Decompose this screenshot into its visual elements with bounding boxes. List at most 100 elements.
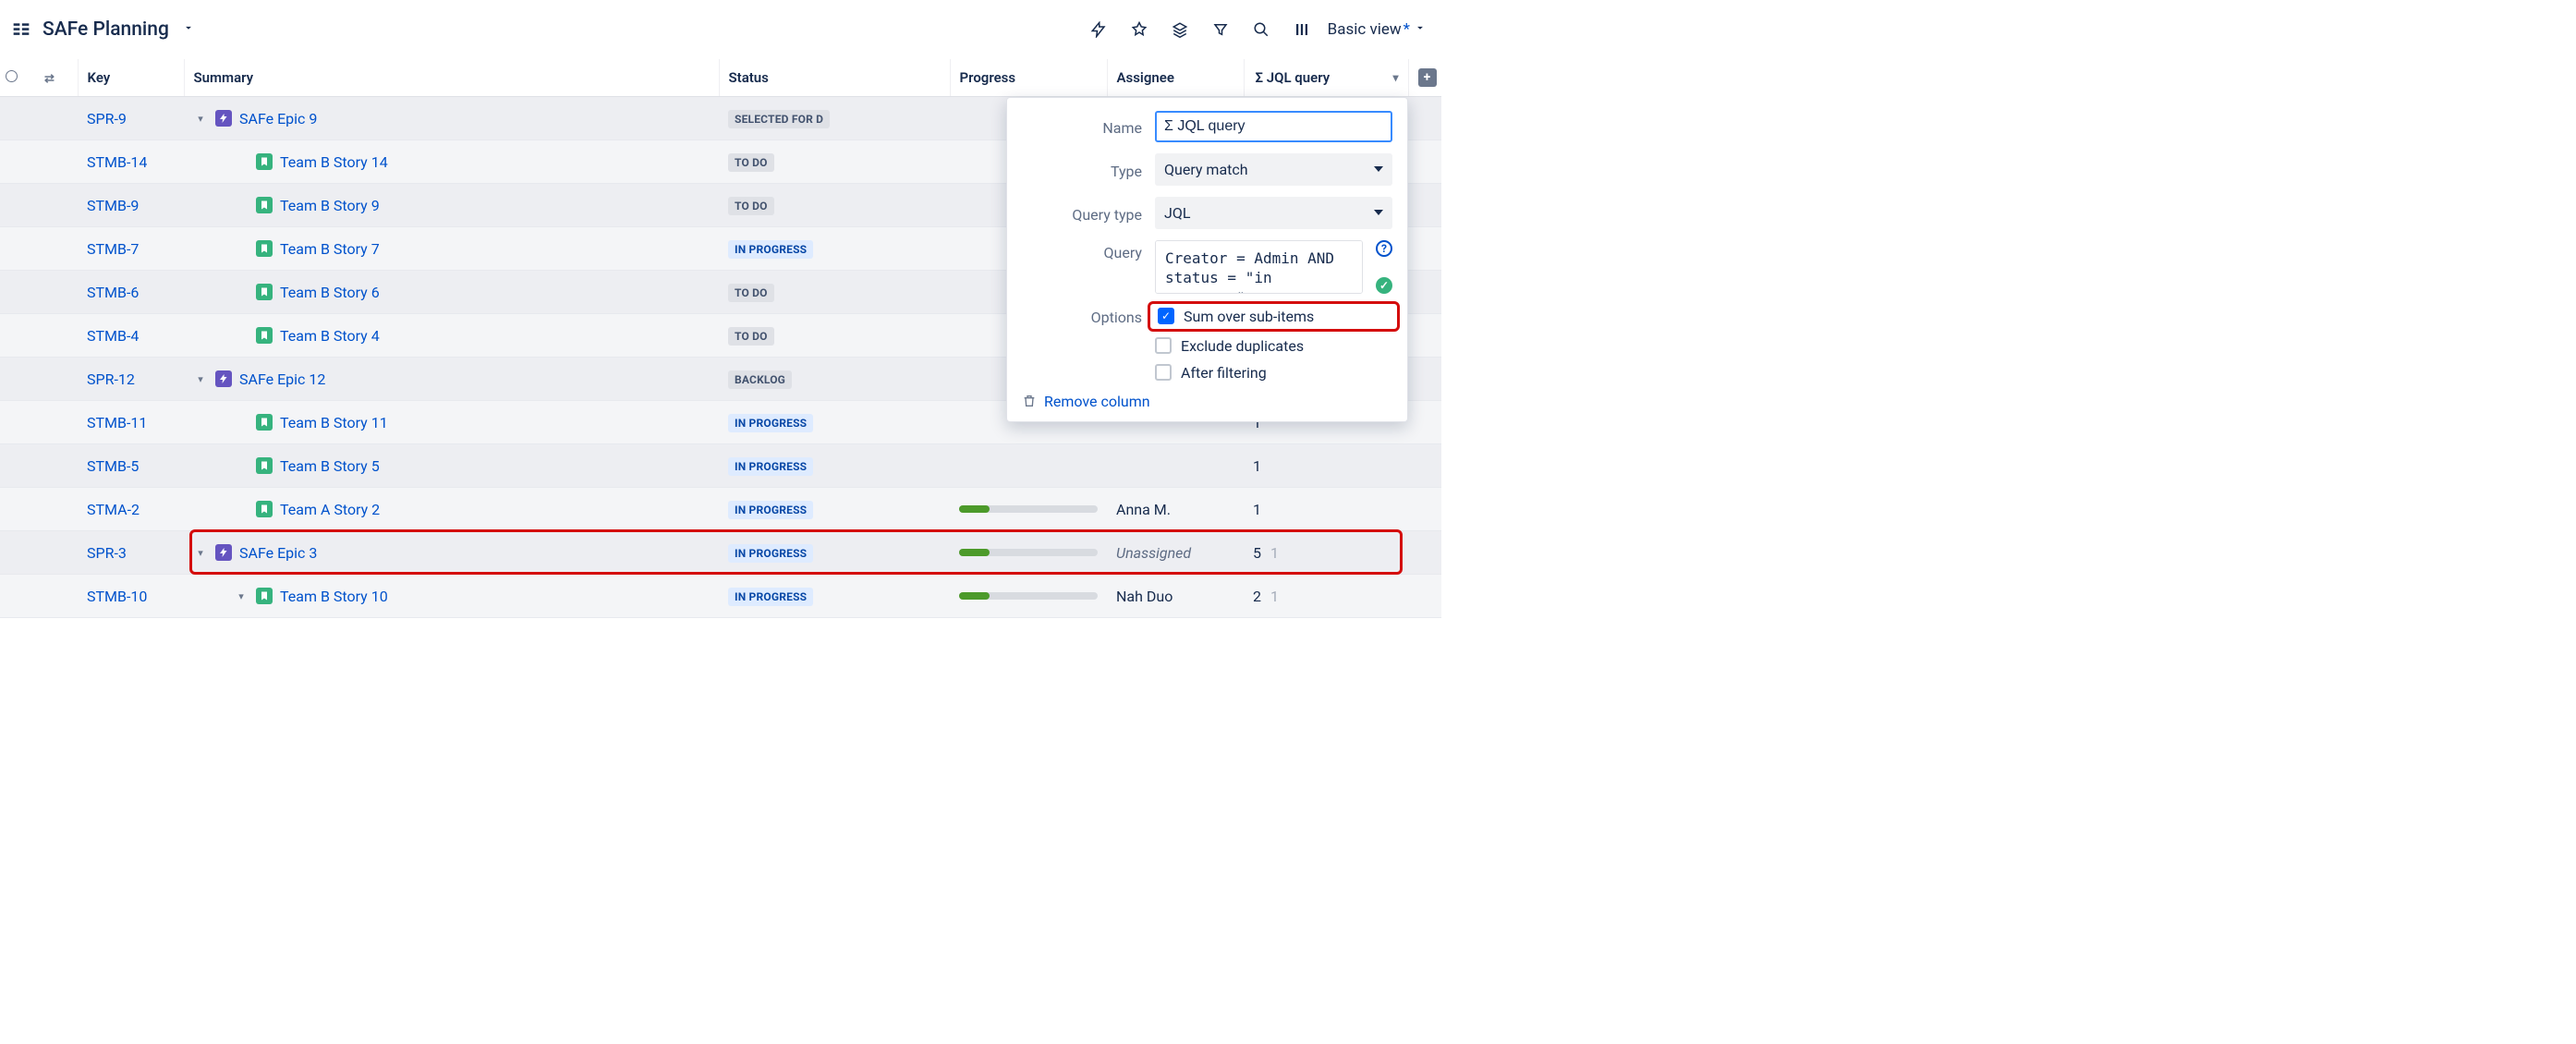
header-assignee[interactable]: Assignee	[1107, 59, 1244, 97]
header-add-column[interactable]: +	[1408, 59, 1441, 97]
cell-status[interactable]: TO DO	[719, 271, 950, 314]
cell-key[interactable]: SPR-12	[78, 358, 184, 401]
cell-status[interactable]: IN PROGRESS	[719, 488, 950, 531]
cell-status[interactable]: IN PROGRESS	[719, 227, 950, 271]
cell-jql[interactable]: 1	[1244, 444, 1408, 488]
cell-link[interactable]	[39, 271, 78, 314]
option-sum-over-sub-items[interactable]: ✓ Sum over sub-items	[1158, 308, 1390, 325]
cell-summary[interactable]: Team B Story 9	[184, 184, 719, 227]
header-progress[interactable]: Progress	[950, 59, 1107, 97]
issue-key-link[interactable]: STMB-6	[87, 284, 139, 301]
header-status[interactable]: Status	[719, 59, 950, 97]
cell-jql[interactable]: 21	[1244, 575, 1408, 618]
cell-status[interactable]: TO DO	[719, 140, 950, 184]
header-jql[interactable]: Σ JQL query ▾	[1244, 59, 1408, 97]
issue-key-link[interactable]: STMB-9	[87, 197, 139, 214]
issue-key-link[interactable]: STMA-2	[87, 501, 140, 518]
issue-summary-link[interactable]: Team B Story 9	[280, 197, 380, 214]
help-icon[interactable]: ?	[1376, 240, 1392, 257]
issue-summary-link[interactable]: Team B Story 14	[280, 153, 388, 171]
cell-jql[interactable]: 1	[1244, 488, 1408, 531]
cell-link[interactable]	[39, 401, 78, 444]
cell-flag[interactable]	[0, 227, 39, 271]
issue-key-link[interactable]: SPR-12	[87, 370, 135, 388]
cell-key[interactable]: STMB-7	[78, 227, 184, 271]
cell-key[interactable]: STMB-4	[78, 314, 184, 358]
cell-flag[interactable]	[0, 97, 39, 140]
cell-summary[interactable]: Team B Story 5	[184, 444, 719, 488]
cell-summary[interactable]: Team B Story 7	[184, 227, 719, 271]
cell-link[interactable]	[39, 575, 78, 618]
issue-key-link[interactable]: STMB-10	[87, 588, 147, 605]
cell-summary[interactable]: ▾ Team B Story 10	[184, 575, 719, 618]
issue-summary-link[interactable]: SAFe Epic 9	[239, 110, 317, 127]
page-title[interactable]: SAFe Planning	[43, 18, 169, 41]
cell-progress[interactable]	[950, 488, 1107, 531]
header-summary[interactable]: Summary	[184, 59, 719, 97]
cell-link[interactable]	[39, 184, 78, 227]
cell-link[interactable]	[39, 444, 78, 488]
cell-link[interactable]	[39, 140, 78, 184]
issue-key-link[interactable]: SPR-3	[87, 544, 127, 562]
columns-icon[interactable]	[1285, 13, 1318, 46]
cell-link[interactable]	[39, 488, 78, 531]
cell-summary[interactable]: Team B Story 14	[184, 140, 719, 184]
issue-summary-link[interactable]: Team B Story 11	[280, 414, 388, 431]
automation-icon[interactable]	[1082, 13, 1115, 46]
cell-flag[interactable]	[0, 401, 39, 444]
type-select[interactable]: Query match	[1155, 153, 1392, 186]
table-row[interactable]: SPR-3 ▾ SAFe Epic 3 IN PROGRESSUnassigne…	[0, 531, 1441, 575]
issue-summary-link[interactable]: Team B Story 4	[280, 327, 380, 345]
cell-status[interactable]: BACKLOG	[719, 358, 950, 401]
cell-progress[interactable]	[950, 444, 1107, 488]
cell-progress[interactable]	[950, 575, 1107, 618]
cell-status[interactable]: SELECTED FOR D	[719, 97, 950, 140]
expand-toggle-icon[interactable]: ▾	[193, 547, 208, 559]
cell-summary[interactable]: ▾ SAFe Epic 3	[184, 531, 719, 575]
cell-key[interactable]: STMB-11	[78, 401, 184, 444]
option-exclude-duplicates[interactable]: Exclude duplicates	[1155, 337, 1392, 355]
cell-progress[interactable]	[950, 531, 1107, 575]
table-row[interactable]: STMB-10 ▾ Team B Story 10 IN PROGRESSNah…	[0, 575, 1441, 618]
pin-icon[interactable]	[1123, 13, 1156, 46]
expand-toggle-icon[interactable]: ▾	[193, 113, 208, 125]
title-dropdown-icon[interactable]	[182, 21, 195, 38]
cell-assignee[interactable]: Anna M.	[1107, 488, 1244, 531]
remove-column-link[interactable]: Remove column	[1022, 393, 1392, 410]
issue-summary-link[interactable]: Team B Story 7	[280, 240, 380, 258]
query-type-select[interactable]: JQL	[1155, 197, 1392, 229]
issue-summary-link[interactable]: SAFe Epic 3	[239, 544, 317, 562]
cell-status[interactable]: IN PROGRESS	[719, 401, 950, 444]
search-icon[interactable]	[1245, 13, 1278, 46]
issue-summary-link[interactable]: Team B Story 10	[280, 588, 388, 605]
issue-key-link[interactable]: STMB-4	[87, 327, 139, 345]
filter-icon[interactable]	[1204, 13, 1237, 46]
cell-summary[interactable]: Team B Story 6	[184, 271, 719, 314]
issue-key-link[interactable]: STMB-11	[87, 414, 147, 431]
cell-status[interactable]: TO DO	[719, 314, 950, 358]
issue-summary-link[interactable]: Team B Story 5	[280, 457, 380, 475]
option-after-filtering[interactable]: After filtering	[1155, 364, 1392, 382]
expand-toggle-icon[interactable]: ▾	[193, 373, 208, 385]
cell-flag[interactable]	[0, 575, 39, 618]
cell-flag[interactable]	[0, 184, 39, 227]
cell-summary[interactable]: ▾ SAFe Epic 9	[184, 97, 719, 140]
view-switcher[interactable]: Basic view *	[1328, 20, 1427, 39]
cell-link[interactable]	[39, 314, 78, 358]
cell-assignee[interactable]: Nah Duo	[1107, 575, 1244, 618]
cell-jql[interactable]: 51	[1244, 531, 1408, 575]
cell-link[interactable]	[39, 358, 78, 401]
name-input[interactable]	[1155, 111, 1392, 142]
cell-link[interactable]	[39, 97, 78, 140]
cell-status[interactable]: IN PROGRESS	[719, 444, 950, 488]
cell-key[interactable]: STMB-6	[78, 271, 184, 314]
cell-key[interactable]: STMA-2	[78, 488, 184, 531]
cell-link[interactable]	[39, 227, 78, 271]
cell-flag[interactable]	[0, 444, 39, 488]
header-links[interactable]: ⇄	[39, 59, 78, 97]
issue-key-link[interactable]: STMB-7	[87, 240, 139, 258]
cell-summary[interactable]: Team B Story 4	[184, 314, 719, 358]
header-flags[interactable]	[0, 59, 39, 97]
issue-key-link[interactable]: STMB-5	[87, 457, 139, 475]
cell-flag[interactable]	[0, 314, 39, 358]
